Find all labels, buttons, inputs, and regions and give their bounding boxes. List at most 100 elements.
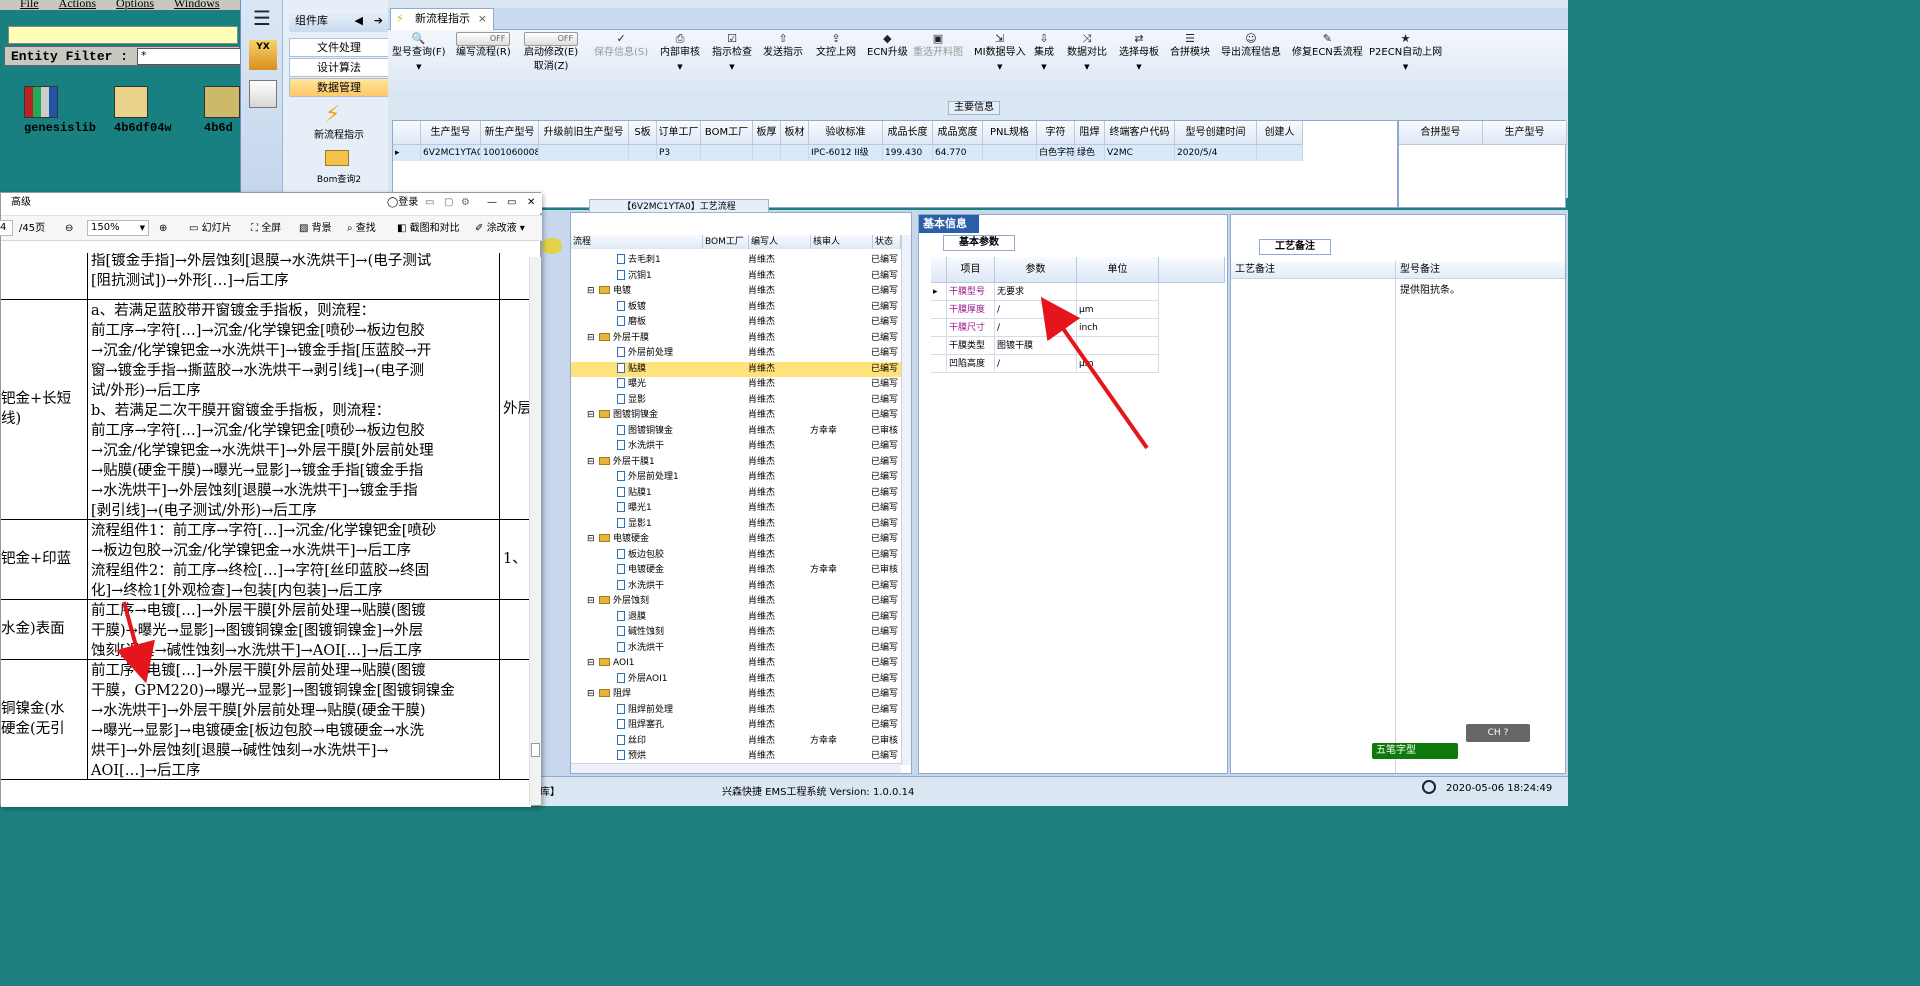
folder-icon[interactable] (325, 150, 349, 166)
col-process-note[interactable]: 工艺备注 (1231, 261, 1395, 279)
grid-cell[interactable] (701, 145, 753, 161)
grid-column-header[interactable]: 生产型号 (421, 121, 481, 145)
grid-cell[interactable] (629, 145, 657, 161)
grid-column-header[interactable]: 升级前旧生产型号 (539, 121, 629, 145)
tree-row[interactable]: 阻焊塞孔 肖维杰 已编写 (571, 718, 901, 734)
param-value[interactable]: 无要求 (995, 283, 1077, 301)
grid-cell[interactable]: 白色字符 (1037, 145, 1075, 161)
grid-column-header[interactable]: 终端客户代码 (1105, 121, 1175, 145)
param-value[interactable]: / (995, 355, 1077, 373)
collapse-icon[interactable]: ⊟ (587, 408, 595, 424)
grid-column-header[interactable]: 阻焊 (1075, 121, 1105, 145)
tree-row[interactable]: ⊟ 电镀硬金 肖维杰 已编写 (571, 532, 901, 548)
tree-row[interactable]: 外层前处理 肖维杰 已编写 (571, 346, 901, 362)
grid-cell[interactable] (983, 145, 1037, 161)
scroll-thumb[interactable] (531, 743, 540, 757)
menu-file[interactable]: File (20, 0, 39, 9)
collapse-icon[interactable]: ⊟ (587, 532, 595, 548)
yx-module-icon[interactable]: YX (249, 40, 277, 70)
fullscreen-button[interactable]: ⛶ 全屏 (251, 216, 281, 242)
tree-row[interactable]: 沉铜1 肖维杰 已编写 (571, 269, 901, 285)
grid-column-header[interactable]: BOM工厂 (701, 121, 753, 145)
toggle-switch[interactable]: OFF (524, 32, 579, 46)
save-info-button[interactable]: ✓ 保存信息(S) (594, 32, 648, 60)
doc-online-button[interactable]: ⇪ 文控上网 (816, 32, 856, 60)
collapse-left-icon[interactable]: ◀ (355, 10, 363, 32)
tree-row[interactable]: 外层前处理1 肖维杰 已编写 (571, 470, 901, 486)
tree-row[interactable]: ⊟ AOI1 肖维杰 已编写 (571, 656, 901, 672)
model-query-button[interactable]: 🔍 型号查询(F) ▼ (392, 32, 446, 74)
grid-column-header[interactable]: 新生产型号 (481, 121, 539, 145)
tree-row[interactable]: 阻焊前处理 肖维杰 已编写 (571, 703, 901, 719)
p2ecn-online-button[interactable]: ★ P2ECN自动上网 ▼ (1369, 32, 1442, 74)
background-button[interactable]: ▧ 背景 (299, 216, 332, 242)
check-instruction-button[interactable]: ☑ 指示检查 ▼ (712, 32, 752, 74)
row-indicator-header[interactable] (393, 121, 421, 145)
chat-bubble-icon[interactable] (542, 238, 562, 254)
tree-row[interactable]: ⊟ 外层干膜 肖维杰 已编写 (571, 331, 901, 347)
tree-row[interactable]: 电镀硬金 肖维杰 方幸幸 已审核 (571, 563, 901, 579)
zoom-out-icon[interactable]: ⊖ (65, 216, 73, 242)
horizontal-scrollbar[interactable] (571, 763, 901, 773)
page-input[interactable]: 4 (0, 220, 13, 236)
close-icon[interactable]: ✕ (527, 193, 535, 213)
job-icon-2[interactable] (204, 86, 240, 118)
grid-cell[interactable] (539, 145, 629, 161)
grid-cell[interactable]: 10010600083856 (481, 145, 539, 161)
reselect-cut-button[interactable]: ▣ 重选开料图 (913, 32, 963, 60)
row-indicator[interactable] (931, 301, 947, 319)
col-merge-model[interactable]: 合拼型号 (1399, 121, 1483, 145)
tree-row[interactable]: 贴膜 肖维杰 已编写 (571, 361, 901, 377)
help-icon[interactable]: ? (1504, 728, 1509, 738)
comp-item-design[interactable]: 设计算法 (289, 58, 389, 77)
tab-new-flow[interactable]: ⚡ 新流程指示 × (390, 8, 494, 30)
tree-row[interactable]: 板镀 肖维杰 已编写 (571, 300, 901, 316)
bag-icon[interactable]: ▢ (444, 193, 453, 213)
wubi-input-bar[interactable]: 五笔字型 (1372, 743, 1458, 759)
pdf-scrollbar[interactable] (529, 257, 541, 805)
genesis-command-field[interactable] (8, 26, 238, 44)
internal-review-button[interactable]: ⎙ 内部审核 ▼ (660, 32, 700, 74)
row-indicator[interactable] (931, 355, 947, 373)
collapse-icon[interactable]: ⊟ (587, 594, 595, 610)
param-value[interactable]: 图镀干膜 (995, 337, 1077, 355)
grid-cell[interactable] (753, 145, 781, 161)
collapse-icon[interactable]: ⊟ (587, 331, 595, 347)
correction-fluid-button[interactable]: ✐ 涂改液 ▾ (475, 216, 525, 242)
gear-icon[interactable]: ⚙ (461, 193, 470, 213)
maximize-icon[interactable]: ▭ (507, 193, 516, 213)
grid-cell[interactable]: 64.770 (933, 145, 983, 161)
tree-row[interactable]: 曝光 肖维杰 已编写 (571, 377, 901, 393)
tree-row[interactable]: 预烘 肖维杰 已编写 (571, 749, 901, 763)
repair-ecn-button[interactable]: ✎ 修复ECN丢流程 (1292, 32, 1363, 60)
minimize-icon[interactable]: — (487, 193, 497, 213)
calculator-icon[interactable] (249, 80, 277, 108)
tree-row[interactable]: 显影1 肖维杰 已编写 (571, 517, 901, 533)
zoom-select[interactable]: 150% ▼ (87, 220, 149, 236)
tree-row[interactable]: 板边包胶 肖维杰 已编写 (571, 548, 901, 564)
edit-flow-toggle[interactable]: OFF 编写流程(R) (456, 32, 511, 60)
tree-row[interactable]: 贴膜1 肖维杰 已编写 (571, 486, 901, 502)
select-master-button[interactable]: ⇄ 选择母板 ▼ (1119, 32, 1159, 74)
login-button[interactable]: ◯登录 (387, 193, 418, 213)
grid-cell[interactable]: 绿色 (1075, 145, 1105, 161)
param-value[interactable]: / (995, 301, 1077, 319)
grid-cell[interactable]: V2MC (1105, 145, 1175, 161)
grid-column-header[interactable]: 板材 (781, 121, 809, 145)
tree-row[interactable]: ⊟ 电镀 肖维杰 已编写 (571, 284, 901, 300)
grid-column-header[interactable]: PNL规格 (983, 121, 1037, 145)
grid-column-header[interactable]: 型号创建时间 (1175, 121, 1257, 145)
tab-process-notes[interactable]: 工艺备注 (1259, 239, 1331, 255)
tree-row[interactable]: 外层AOI1 肖维杰 已编写 (571, 672, 901, 688)
col-item[interactable]: 项目 (947, 257, 995, 283)
screenshot-compare-button[interactable]: ◧ 截图和对比 (397, 216, 460, 242)
grid-column-header[interactable]: 创建人 (1257, 121, 1303, 145)
comp-item-file[interactable]: 文件处理 (289, 38, 389, 57)
row-indicator[interactable]: ▸ (931, 283, 947, 301)
comp-item-data[interactable]: 数据管理 (289, 78, 389, 97)
tab-basic-params[interactable]: 基本参数 (943, 235, 1015, 251)
col-model-note[interactable]: 型号备注 (1395, 261, 1565, 279)
bom-query-action[interactable]: Bom查询2 (291, 172, 387, 185)
ecn-upgrade-button[interactable]: ◆ ECN升级 (867, 32, 908, 60)
tree-row[interactable]: ⊟ 图镀铜镍金 肖维杰 已编写 (571, 408, 901, 424)
